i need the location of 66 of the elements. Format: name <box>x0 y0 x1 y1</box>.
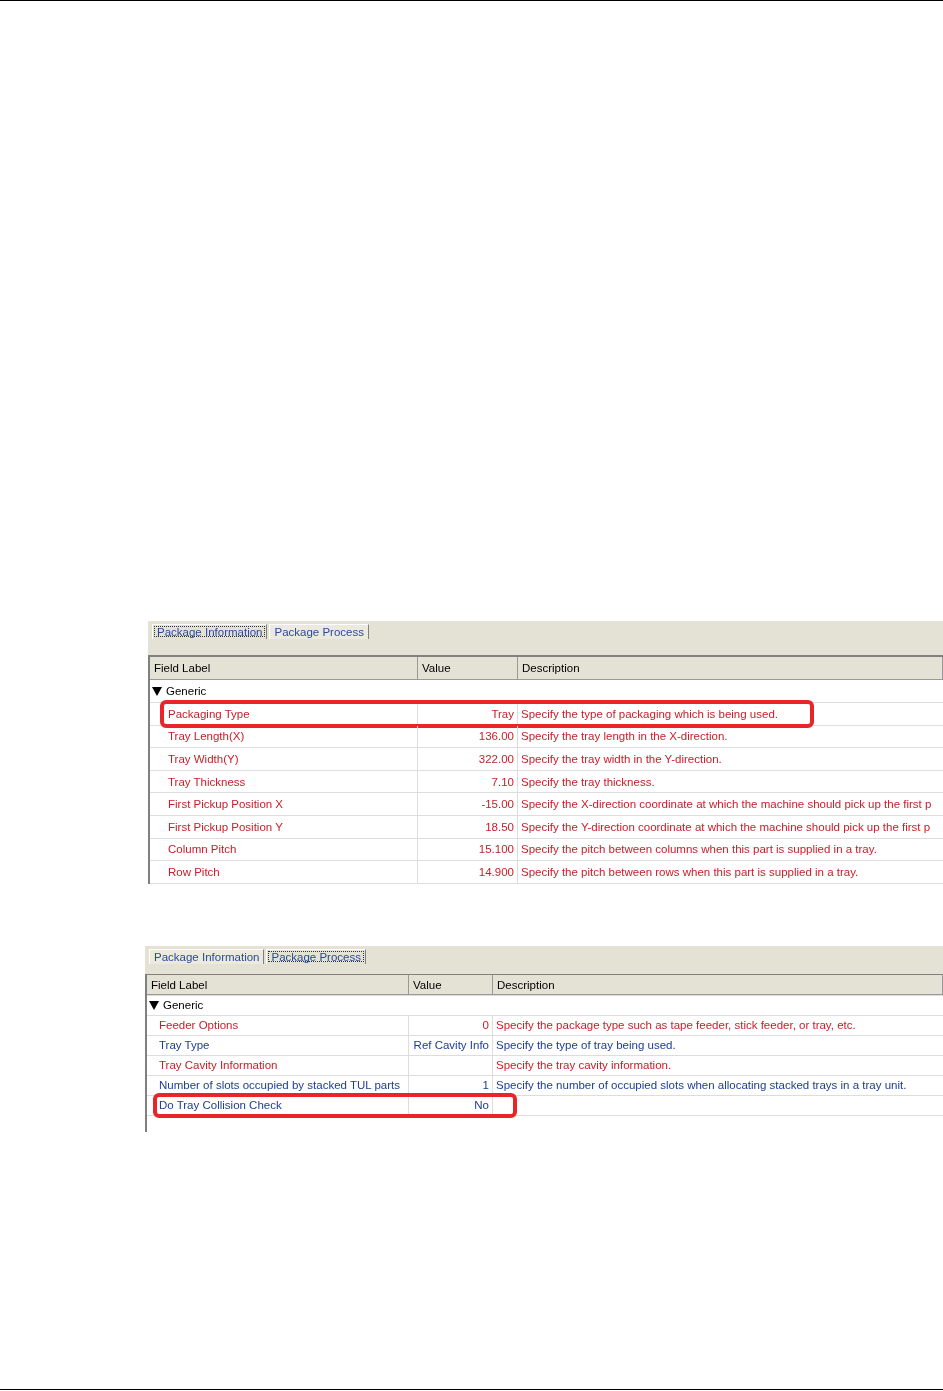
column-header[interactable]: Field Label <box>150 656 418 680</box>
field-label: Tray Cavity Information <box>159 1059 278 1072</box>
table-row[interactable]: Row Pitch 14.900 Specify the pitch between rows when this part is supplied in a tray. <box>150 861 943 884</box>
table-row[interactable]: First Pickup Position X -15.00 Specify the X-direction coordinate at which the machine should pick up the first p <box>150 793 943 816</box>
tab[interactable]: Package Process <box>266 948 366 964</box>
expanded-triangle-icon[interactable] <box>149 1000 159 1011</box>
field-value[interactable]: 15.100 <box>418 838 518 861</box>
tab[interactable]: Package Information <box>152 624 268 639</box>
table-row[interactable]: Do Tray Collision Check No <box>147 1095 943 1116</box>
table-row[interactable]: Column Pitch 15.100 Specify the pitch between columns when this part is supplied in a tray. <box>150 838 943 862</box>
field-label: Tray Length(X) <box>168 730 245 743</box>
table-row[interactable]: Tray Type Ref Cavity Info Specify the type of tray being used. <box>147 1035 943 1056</box>
field-value[interactable]: 1 <box>409 1075 493 1095</box>
field-label: First Pickup Position Y <box>168 820 283 833</box>
field-label: Row Pitch <box>168 865 220 878</box>
field-label: First Pickup Position X <box>168 798 284 811</box>
field-value[interactable]: Ref Cavity Info <box>409 1035 493 1055</box>
table-row[interactable]: Tray Length(X) 136.00 Specify the tray length in the X-direction. <box>150 725 943 749</box>
field-description: Specify the Y-direction coordinate at which the machine should pick up the first p <box>520 819 932 835</box>
field-value[interactable]: No <box>409 1095 493 1115</box>
table-row[interactable]: First Pickup Position Y 18.50 Specify the Y-direction coordinate at which the machine should pick up the first p <box>150 815 943 839</box>
column-header[interactable]: Value <box>418 656 518 680</box>
field-description: Specify the number of occupied slots when allocating stacked trays in a tray unit. <box>495 1078 908 1094</box>
field-value[interactable]: 136.00 <box>418 725 518 748</box>
field-label: Tray Width(Y) <box>168 753 239 765</box>
field-label: Tray Type <box>159 1039 210 1052</box>
field-description: Specify the package type such as tape feeder, stick feeder, or tray, etc. <box>495 1018 857 1034</box>
field-description: Specify the pitch between rows when this part is supplied in a tray. <box>520 864 860 880</box>
column-header[interactable]: Value <box>409 975 493 996</box>
group-row[interactable]: Generic <box>147 995 943 1016</box>
expanded-triangle-icon[interactable] <box>152 686 162 696</box>
field-description: Specify the tray length in the X-direction. <box>520 729 729 745</box>
field-description: Specify the X-direction coordinate at which the machine should pick up the first p <box>520 797 933 813</box>
field-description: Specify the tray thickness. <box>520 774 656 790</box>
table-row[interactable]: Tray Thickness 7.10 Specify the tray thickness. <box>150 770 943 794</box>
field-value[interactable]: Tray <box>418 703 518 725</box>
field-description: Specify the pitch between columns when this part is supplied in a tray. <box>520 842 878 858</box>
field-label: Tray Thickness <box>168 775 246 788</box>
field-description: Specify the tray width in the Y-direction. <box>520 752 723 767</box>
table-row[interactable]: Tray Width(Y) 322.00 Specify the tray width in the Y-direction. <box>150 748 943 771</box>
table-row[interactable]: Packaging Type Tray Specify the type of packaging which is being used. <box>150 703 943 726</box>
table-row[interactable]: Tray Cavity Information Specify the tray cavity information. <box>147 1055 943 1076</box>
group-label: Generic <box>166 685 207 697</box>
field-label: Packaging Type <box>168 707 250 720</box>
field-description: Specify the type of packaging which is being used. <box>520 706 779 722</box>
field-label: Do Tray Collision Check <box>159 1099 282 1112</box>
field-label: Column Pitch <box>168 843 237 856</box>
column-header[interactable]: Field Label <box>147 975 409 996</box>
field-description: Specify the tray cavity information. <box>495 1058 673 1074</box>
field-value[interactable]: -15.00 <box>418 793 518 815</box>
tab[interactable]: Package Information <box>149 948 265 964</box>
field-description: Specify the type of tray being used. <box>495 1038 677 1054</box>
field-value[interactable]: 322.00 <box>418 748 518 770</box>
tab[interactable]: Package Process <box>269 624 369 639</box>
field-value[interactable]: 18.50 <box>418 815 518 838</box>
table-row[interactable]: Number of slots occupied by stacked TUL parts 1 Specify the number of occupied slots when allocating stacked trays in a tray unit. <box>147 1075 943 1096</box>
group-label: Generic <box>163 999 204 1012</box>
column-header[interactable]: Description <box>518 656 943 680</box>
field-label: Number of slots occupied by stacked TUL parts <box>159 1079 400 1092</box>
column-header[interactable]: Description <box>493 975 943 996</box>
group-row[interactable]: Generic <box>150 680 943 703</box>
field-label: Feeder Options <box>159 1019 239 1032</box>
field-value[interactable]: 0 <box>409 1015 493 1035</box>
field-value[interactable]: 7.10 <box>418 770 518 793</box>
field-value[interactable]: 14.900 <box>418 861 518 883</box>
table-row[interactable]: Feeder Options 0 Specify the package type such as tape feeder, stick feeder, or tray, etc. <box>147 1015 943 1036</box>
